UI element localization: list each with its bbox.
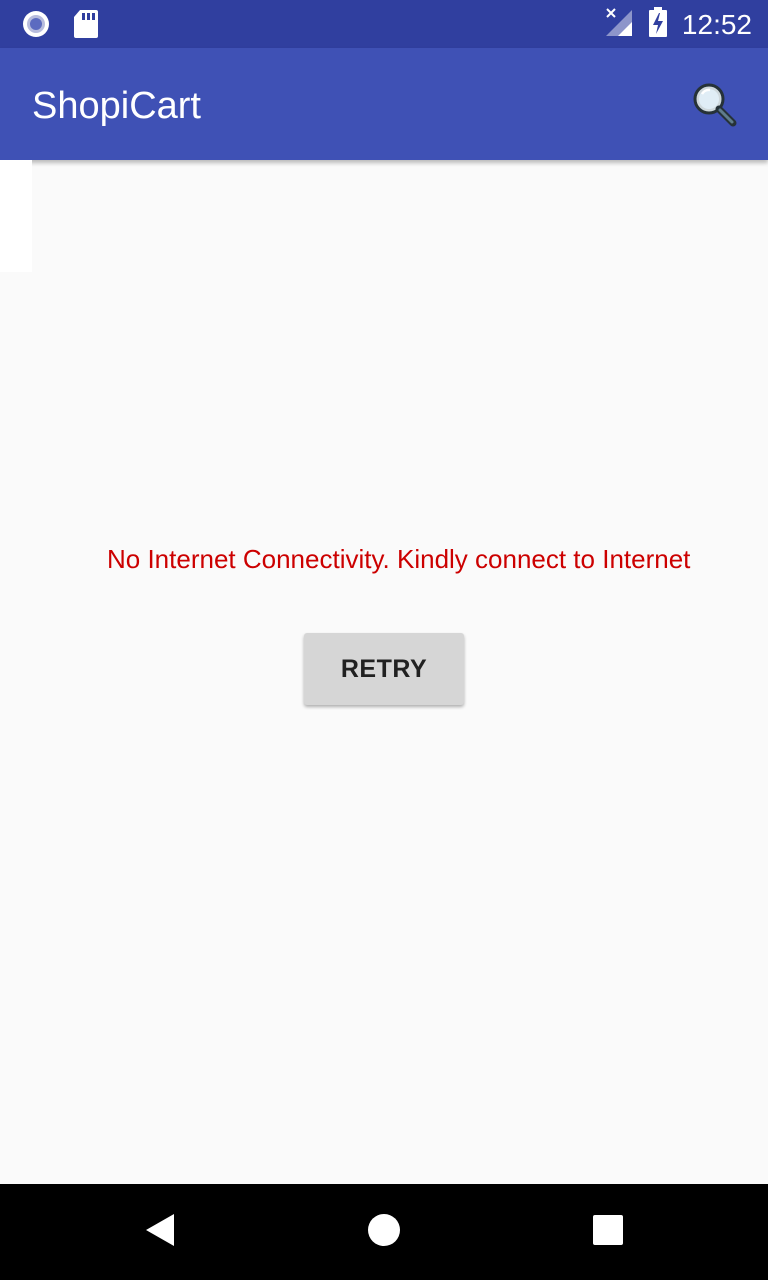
- app-title: ShopiCart: [32, 85, 201, 127]
- navigation-bar: [0, 1184, 768, 1280]
- error-message: No Internet Connectivity. Kindly connect…: [107, 544, 691, 574]
- content-fragment: [0, 160, 32, 272]
- sd-card-icon: [72, 8, 100, 45]
- recents-icon: [592, 1214, 624, 1251]
- retry-button[interactable]: RETRY: [304, 633, 464, 705]
- status-bar: 12:52: [0, 0, 768, 48]
- home-button[interactable]: [336, 1184, 432, 1280]
- search-button[interactable]: [690, 82, 738, 130]
- app-bar: ShopiCart: [0, 48, 768, 160]
- no-signal-icon: [604, 6, 634, 43]
- status-clock: 12:52: [681, 8, 752, 40]
- search-icon: [690, 80, 738, 133]
- home-icon: [367, 1213, 401, 1252]
- back-button[interactable]: [112, 1184, 208, 1280]
- status-right-icons: 12:52: [604, 6, 752, 43]
- status-left-icons: [20, 8, 100, 45]
- record-icon: [20, 8, 52, 45]
- back-icon: [143, 1212, 177, 1253]
- recents-button[interactable]: [560, 1184, 656, 1280]
- battery-charging-icon: [648, 6, 668, 43]
